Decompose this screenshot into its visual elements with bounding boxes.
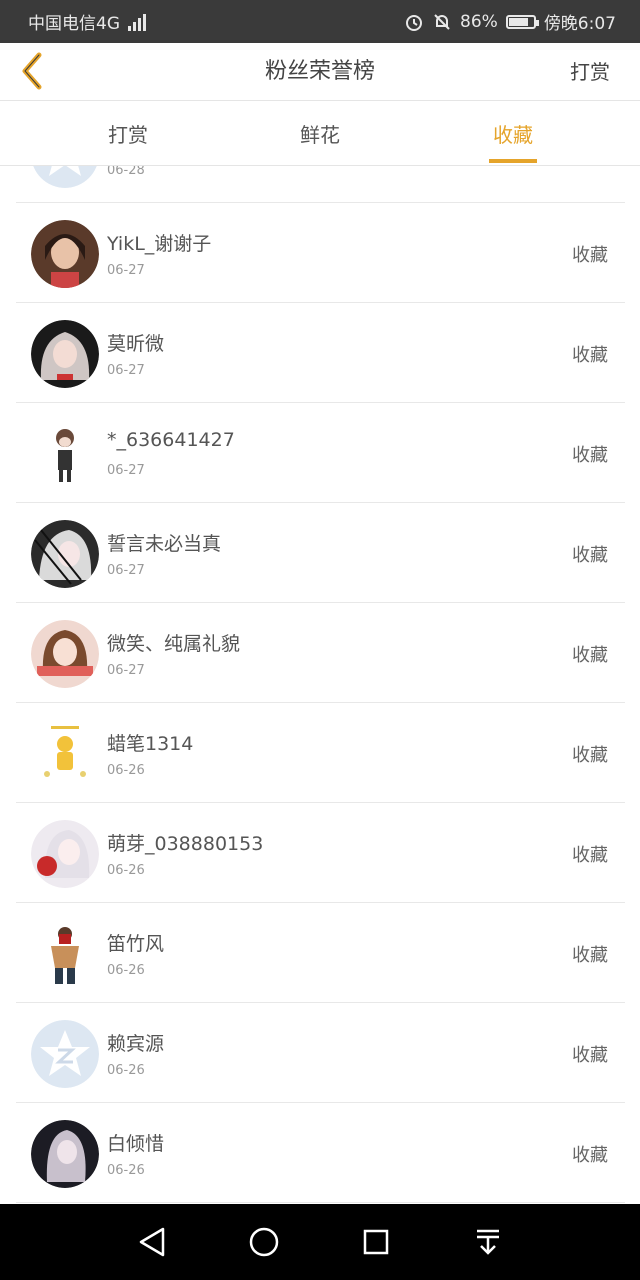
tab-bar: 打赏 鲜花 收藏	[0, 102, 640, 166]
list-item-date: 06-26	[107, 1063, 145, 1078]
list-item-date: 06-26	[107, 863, 145, 878]
list-item-name: 微笑、纯属礼貌	[107, 633, 241, 655]
back-triangle-icon	[139, 1227, 165, 1257]
list-item[interactable]: 萌芽_038880153 06-26 收藏	[16, 803, 625, 903]
system-nav-bar	[0, 1204, 640, 1280]
list-item[interactable]: 微笑、纯属礼貌 06-27 收藏	[16, 603, 625, 703]
list-item-date: 06-27	[107, 363, 145, 378]
tab-favorites[interactable]: 收藏	[433, 102, 593, 166]
list-item[interactable]: 赖宾源 06-26 收藏	[16, 1003, 625, 1103]
home-circle-icon	[249, 1227, 279, 1257]
list-item-action: 收藏	[572, 445, 608, 466]
tab-label: 打赏	[108, 123, 148, 147]
avatar[interactable]	[31, 720, 99, 788]
list-item-date: 06-26	[107, 1163, 145, 1178]
list-item-name: 莫昕微	[107, 333, 165, 355]
list-item[interactable]: 莫昕微 06-27 收藏	[16, 303, 625, 403]
list-item-action: 收藏	[572, 245, 608, 266]
list-item-name: 白倾惜	[107, 1133, 165, 1155]
avatar[interactable]	[31, 420, 99, 488]
list-item-action: 收藏	[572, 1145, 608, 1166]
list-item-date: 06-27	[107, 563, 145, 578]
avatar[interactable]	[31, 520, 99, 588]
avatar[interactable]	[31, 320, 99, 388]
chibi-avatar-icon	[31, 420, 99, 488]
list-item[interactable]: 笛竹风 06-26 收藏	[16, 903, 625, 1003]
list-item-date: 06-26	[107, 763, 145, 778]
list-item-name: *_636641427	[107, 429, 235, 451]
list-item-date: 06-26	[107, 963, 145, 978]
tip-button[interactable]: 打赏	[570, 43, 610, 101]
default-avatar-icon	[31, 1020, 99, 1088]
nav-home-button[interactable]	[236, 1214, 292, 1270]
battery-icon	[505, 14, 539, 29]
list-item[interactable]: 白倾惜 06-26 收藏	[16, 1103, 625, 1203]
photo-avatar-icon	[31, 220, 99, 288]
anime-avatar-icon	[31, 820, 99, 888]
signal-icon	[128, 13, 146, 31]
avatar[interactable]	[31, 620, 99, 688]
anime-avatar-icon	[31, 520, 99, 588]
avatar[interactable]	[31, 820, 99, 888]
figure-avatar-icon	[31, 920, 99, 988]
default-avatar-icon	[33, 166, 97, 188]
carrier-label: 中国电信4G	[28, 14, 120, 34]
notification-pulldown-icon	[477, 1229, 499, 1255]
avatar[interactable]	[31, 220, 99, 288]
list-item-action: 收藏	[572, 745, 608, 766]
app-header: 粉丝荣誉榜 打赏	[0, 43, 640, 101]
tab-label: 鲜花	[300, 123, 340, 147]
list-item-action: 收藏	[572, 645, 608, 666]
tab-label: 收藏	[493, 123, 533, 147]
alarm-icon	[406, 14, 423, 31]
list-item[interactable]: *_636641427 06-27 收藏	[16, 403, 625, 503]
clock: 傍晚6:07	[543, 14, 616, 34]
list-item-date: 06-27	[107, 263, 145, 278]
anime-avatar-icon	[31, 1120, 99, 1188]
tab-tip[interactable]: 打赏	[48, 102, 208, 166]
cartoon-avatar-icon	[31, 720, 99, 788]
list-item-name: 蜡笔1314	[107, 733, 194, 755]
list-item-name: 誓言未必当真	[107, 533, 222, 555]
list-item-name: 笛竹风	[107, 933, 165, 955]
avatar[interactable]	[31, 920, 99, 988]
recents-square-icon	[363, 1229, 389, 1255]
list-item-name: YikL_谢谢子	[107, 233, 212, 255]
list-item[interactable]: 蜡笔1314 06-26 收藏	[16, 703, 625, 803]
list-item-action: 收藏	[572, 845, 608, 866]
active-tab-indicator	[489, 159, 537, 163]
list-item[interactable]: YikL_谢谢子 06-27 收藏	[16, 203, 625, 303]
avatar[interactable]	[31, 1020, 99, 1088]
anime-avatar-icon	[31, 320, 99, 388]
list-item[interactable]: 誓言未必当真 06-27 收藏	[16, 503, 625, 603]
avatar[interactable]	[31, 166, 99, 188]
list-item-name: 赖宾源	[107, 1033, 165, 1055]
list-item[interactable]: 06-28	[16, 166, 625, 203]
nav-recents-button[interactable]	[348, 1214, 404, 1270]
list-item-action: 收藏	[572, 1045, 608, 1066]
list-item-name: 萌芽_038880153	[107, 833, 264, 855]
nav-notification-button[interactable]	[460, 1214, 516, 1270]
status-bar: 中国电信4G 86% 傍晚6:07	[0, 0, 640, 43]
mute-icon	[434, 13, 450, 30]
list-item-date: 06-27	[107, 463, 145, 478]
photo-avatar-icon	[31, 620, 99, 688]
list-item-date: 06-27	[107, 663, 145, 678]
list-item-action: 收藏	[572, 545, 608, 566]
list-item-action: 收藏	[572, 345, 608, 366]
fan-list[interactable]: 06-28 YikL_谢谢子 06-27 收藏 莫昕微 06-27 收藏 *_6…	[0, 166, 640, 1204]
avatar[interactable]	[31, 1120, 99, 1188]
list-item-date: 06-28	[107, 166, 145, 178]
nav-back-button[interactable]	[124, 1214, 180, 1270]
tab-flowers[interactable]: 鲜花	[240, 102, 400, 166]
page-title: 粉丝荣誉榜	[264, 59, 375, 84]
list-item-action: 收藏	[572, 945, 608, 966]
battery-percent: 86%	[460, 11, 498, 32]
